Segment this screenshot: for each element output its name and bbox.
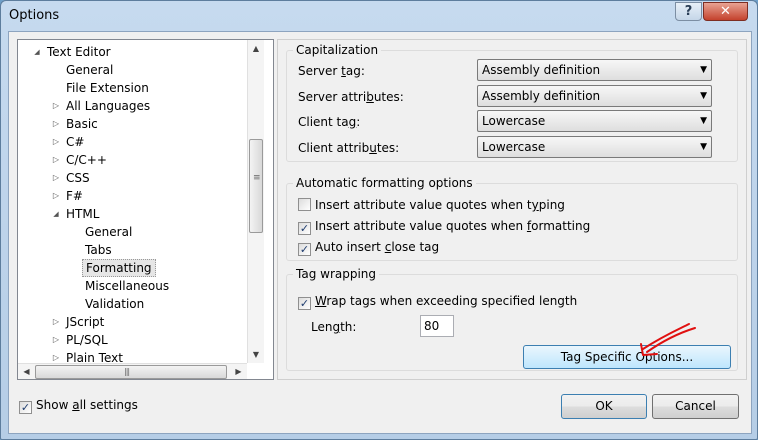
dropdown-arrow-icon: ▼	[700, 91, 707, 101]
vertical-scroll-thumb[interactable]: ≡	[249, 139, 263, 233]
tree-item-label: C#	[66, 135, 85, 149]
tree-item-label: Tabs	[85, 243, 112, 257]
options-tree[interactable]: ◢ Text Editor General File Extension ▷ All La…	[17, 39, 274, 380]
checkbox-icon[interactable]: ✓	[298, 297, 311, 310]
length-input[interactable]: 80	[420, 315, 454, 337]
checkbox-icon[interactable]: ✓	[298, 243, 311, 256]
tree-item[interactable]: File Extension	[18, 79, 247, 97]
tree-item-label: JScript	[66, 315, 105, 329]
length-label: Length:	[311, 320, 357, 334]
tree-item-label: PL/SQL	[66, 333, 108, 347]
client-attributes-select[interactable]: Lowercase ▼	[477, 136, 712, 158]
collapsed-arrow-icon[interactable]: ▷	[51, 97, 61, 115]
red-arrow-annotation-icon	[640, 323, 696, 356]
tree-item[interactable]: Validation	[18, 295, 247, 313]
tree-vertical-scrollbar[interactable]: ▲ ≡ ▼	[247, 40, 264, 363]
tree-item[interactable]: ▷ Basic	[18, 115, 247, 133]
tree-item[interactable]: ▷ F#	[18, 187, 247, 205]
tree-item-label: File Extension	[66, 81, 149, 95]
tree-item-label: CSS	[66, 171, 90, 185]
tree-item-label: C/C++	[66, 153, 107, 167]
wrap-tags-checkbox[interactable]: ✓ Wrap tags when exceeding specified leng…	[298, 294, 577, 310]
tree-item-label: Miscellaneous	[85, 279, 170, 293]
collapsed-arrow-icon[interactable]: ▷	[51, 169, 61, 187]
server-tag-label: Server tag:	[298, 64, 365, 78]
server-attributes-label: Server attributes:	[298, 90, 404, 104]
collapsed-arrow-icon[interactable]: ▷	[51, 115, 61, 133]
client-attributes-label: Client attributes:	[298, 141, 400, 155]
collapsed-arrow-icon[interactable]: ▷	[51, 151, 61, 169]
scroll-left-icon[interactable]: ◀	[18, 364, 35, 379]
client-attributes-value: Lowercase	[482, 140, 546, 154]
ok-button[interactable]: OK	[561, 394, 647, 419]
tree-item[interactable]: ▷ All Languages	[18, 97, 247, 115]
dropdown-arrow-icon: ▼	[700, 142, 707, 152]
tree-item-label: Formatting	[82, 259, 156, 277]
show-all-settings-checkbox[interactable]: ✓ Show all settings	[19, 398, 138, 414]
tree-item[interactable]: ▷ CSS	[18, 169, 247, 187]
expanded-arrow-icon[interactable]: ◢	[32, 43, 42, 61]
tree-item[interactable]: Miscellaneous	[18, 277, 247, 295]
insert-quotes-formatting-checkbox[interactable]: ✓ Insert attribute value quotes when form…	[298, 219, 590, 235]
server-tag-value: Assembly definition	[482, 63, 601, 77]
auto-insert-close-tag-checkbox[interactable]: ✓ Auto insert close tag	[298, 240, 439, 256]
tag-wrapping-title: Tag wrapping	[293, 267, 380, 281]
tree-item-label: Basic	[66, 117, 98, 131]
tree-item-label: General	[66, 63, 114, 77]
scroll-down-icon[interactable]: ▼	[248, 346, 264, 363]
tree-item[interactable]: General	[18, 61, 247, 79]
tree-item[interactable]: ▷ C#	[18, 133, 247, 151]
window-title: Options	[9, 8, 60, 23]
grip-icon: ≡	[253, 173, 260, 183]
tree-item-label: Text Editor	[47, 45, 111, 59]
collapsed-arrow-icon[interactable]: ▷	[51, 331, 61, 349]
scroll-right-icon[interactable]: ▶	[230, 364, 247, 379]
tree-item-label: General	[85, 225, 133, 239]
collapsed-arrow-icon[interactable]: ▷	[51, 313, 61, 331]
tree-item-label: All Languages	[66, 99, 151, 113]
scroll-up-icon[interactable]: ▲	[248, 40, 264, 57]
tree-item[interactable]: Formatting	[18, 259, 247, 277]
options-dialog: Options ? ✕ ◢ Text Editor General File Exte…	[0, 0, 758, 440]
client-tag-select[interactable]: Lowercase ▼	[477, 110, 712, 132]
tree-item[interactable]: ◢ Text Editor	[18, 43, 247, 61]
dialog-client-area: ◢ Text Editor General File Extension ▷ All La…	[8, 31, 752, 434]
collapsed-arrow-icon[interactable]: ▷	[51, 133, 61, 151]
tree-item-label: F#	[66, 189, 83, 203]
tree-item-label: HTML	[66, 207, 100, 221]
collapsed-arrow-icon[interactable]: ▷	[51, 187, 61, 205]
tree-item[interactable]: ▷ PL/SQL	[18, 331, 247, 349]
tree-item[interactable]: ▷ C/C++	[18, 151, 247, 169]
client-tag-value: Lowercase	[482, 114, 546, 128]
tree-item[interactable]: Tabs	[18, 241, 247, 259]
cancel-button[interactable]: Cancel	[652, 394, 739, 419]
checkbox-icon[interactable]	[298, 198, 311, 211]
tree-item[interactable]: ◢ HTML	[18, 205, 247, 223]
server-attributes-select[interactable]: Assembly definition ▼	[477, 85, 712, 107]
insert-quotes-typing-checkbox[interactable]: Insert attribute value quotes when typin…	[298, 198, 565, 214]
help-button[interactable]: ?	[675, 2, 702, 21]
automatic-formatting-title: Automatic formatting options	[293, 176, 476, 190]
grip-icon: |||	[124, 367, 130, 376]
tree-horizontal-scrollbar[interactable]: ◀ ||| ▶	[18, 363, 247, 379]
client-tag-label: Client tag:	[298, 115, 361, 129]
tree-item[interactable]: ▷ JScript	[18, 313, 247, 331]
checkbox-icon[interactable]: ✓	[298, 222, 311, 235]
tree-item-label: Validation	[85, 297, 145, 311]
checkbox-icon[interactable]: ✓	[19, 401, 32, 414]
close-button[interactable]: ✕	[703, 2, 748, 21]
title-bar: Options ? ✕	[1, 1, 757, 31]
capitalization-title: Capitalization	[293, 43, 382, 57]
expanded-arrow-icon[interactable]: ◢	[51, 205, 61, 223]
horizontal-scroll-thumb[interactable]: |||	[35, 365, 227, 379]
capitalization-group: Capitalization Server tag: Assembly defi…	[286, 43, 738, 162]
tree-item[interactable]: General	[18, 223, 247, 241]
server-attributes-value: Assembly definition	[482, 89, 601, 103]
dropdown-arrow-icon: ▼	[700, 116, 707, 126]
automatic-formatting-group: Automatic formatting options Insert attr…	[286, 176, 738, 261]
server-tag-select[interactable]: Assembly definition ▼	[477, 59, 712, 81]
dropdown-arrow-icon: ▼	[700, 65, 707, 75]
